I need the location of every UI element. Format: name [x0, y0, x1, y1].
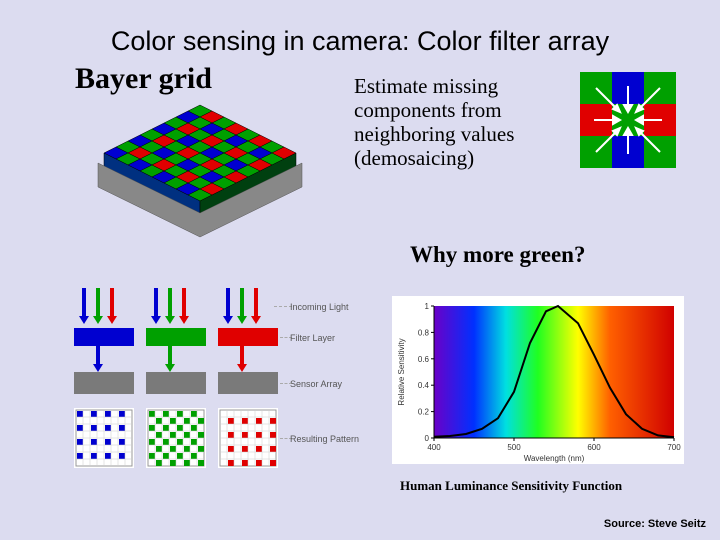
result-pattern-green: [146, 408, 206, 468]
luminance-sensitivity-chart: 0 0.2 0.4 0.6 0.8 1 400 500 600 700 Relative Sensi…: [392, 296, 684, 464]
why-more-green-label: Why more green?: [410, 242, 585, 268]
sensitivity-caption: Human Luminance Sensitivity Function: [400, 478, 622, 494]
svg-text:0.6: 0.6: [418, 355, 430, 364]
svg-text:0: 0: [425, 434, 430, 443]
slide-title: Color sensing in camera: Color filter ar…: [0, 26, 720, 57]
svg-text:500: 500: [507, 443, 521, 452]
result-pattern-blue: [74, 408, 134, 468]
incoming-light-label: Incoming Light: [290, 302, 349, 312]
sensor-array-label: Sensor Array: [290, 379, 342, 389]
svg-text:Relative Sensitivity: Relative Sensitivity: [397, 338, 406, 405]
demosaicing-description: Estimate missing components from neighbo…: [354, 74, 584, 171]
filter-layer-diagram: Incoming Light Filter Layer Sensor Array: [74, 288, 374, 488]
svg-text:400: 400: [427, 443, 441, 452]
svg-text:0.4: 0.4: [418, 381, 430, 390]
result-pattern-red: [218, 408, 278, 468]
demosaicing-diagram: [580, 72, 676, 168]
filter-layer-label: Filter Layer: [290, 333, 335, 343]
svg-text:700: 700: [667, 443, 681, 452]
svg-text:0.2: 0.2: [418, 408, 430, 417]
bayer-grid-3d-figure: [80, 95, 320, 250]
svg-text:Wavelength (nm): Wavelength (nm): [524, 454, 585, 463]
svg-text:600: 600: [587, 443, 601, 452]
slide-subtitle: Bayer grid: [75, 62, 212, 96]
source-attribution: Source: Steve Seitz: [604, 518, 706, 530]
svg-text:0.8: 0.8: [418, 328, 430, 337]
svg-text:1: 1: [425, 302, 430, 311]
resulting-pattern-label: Resulting Pattern: [290, 434, 359, 444]
